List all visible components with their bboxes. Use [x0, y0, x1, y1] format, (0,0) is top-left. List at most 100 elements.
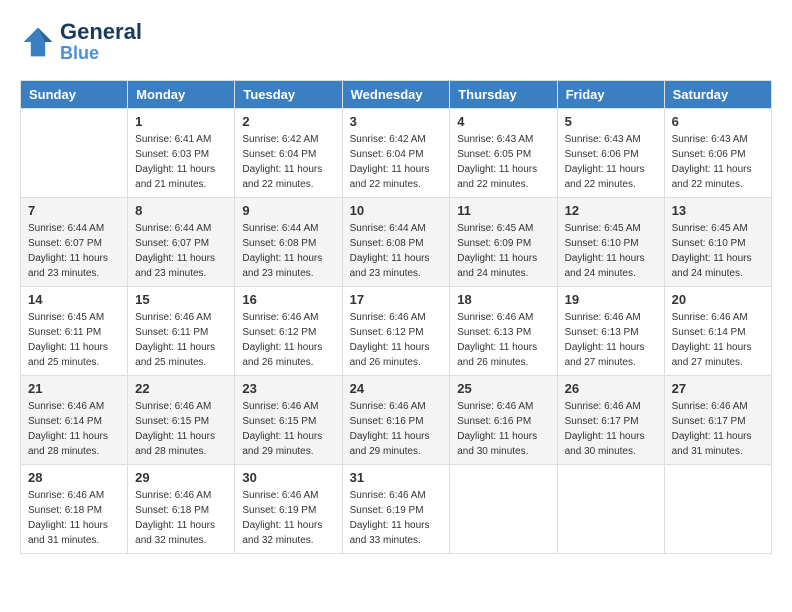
day-info: Sunrise: 6:46 AM Sunset: 6:18 PM Dayligh…: [135, 488, 227, 548]
calendar-cell: 30 Sunrise: 6:46 AM Sunset: 6:19 PM Dayli…: [235, 464, 342, 553]
day-number: 17: [350, 292, 443, 307]
day-info: Sunrise: 6:43 AM Sunset: 6:05 PM Dayligh…: [457, 132, 549, 192]
day-info: Sunrise: 6:41 AM Sunset: 6:03 PM Dayligh…: [135, 132, 227, 192]
day-number: 4: [457, 114, 549, 129]
weekday-header-row: SundayMondayTuesdayWednesdayThursdayFrid…: [21, 80, 772, 108]
day-info: Sunrise: 6:43 AM Sunset: 6:06 PM Dayligh…: [565, 132, 657, 192]
calendar-week-row: 1 Sunrise: 6:41 AM Sunset: 6:03 PM Daylig…: [21, 108, 772, 197]
day-info: Sunrise: 6:42 AM Sunset: 6:04 PM Dayligh…: [242, 132, 334, 192]
day-info: Sunrise: 6:46 AM Sunset: 6:15 PM Dayligh…: [242, 399, 334, 459]
weekday-header-sunday: Sunday: [21, 80, 128, 108]
day-number: 18: [457, 292, 549, 307]
day-number: 27: [672, 381, 764, 396]
day-number: 30: [242, 470, 334, 485]
calendar-week-row: 14 Sunrise: 6:45 AM Sunset: 6:11 PM Dayli…: [21, 286, 772, 375]
calendar-cell: 9 Sunrise: 6:44 AM Sunset: 6:08 PM Daylig…: [235, 197, 342, 286]
weekday-header-thursday: Thursday: [450, 80, 557, 108]
day-number: 5: [565, 114, 657, 129]
day-number: 12: [565, 203, 657, 218]
logo-text: General Blue: [60, 20, 142, 64]
calendar-cell: 6Sunrise: 6:43 AM Sunset: 6:06 PM Daylig…: [664, 108, 771, 197]
day-number: 29: [135, 470, 227, 485]
calendar-cell: 3 Sunrise: 6:42 AM Sunset: 6:04 PM Daylig…: [342, 108, 450, 197]
day-info: Sunrise: 6:46 AM Sunset: 6:19 PM Dayligh…: [350, 488, 443, 548]
logo-icon: [20, 24, 56, 60]
day-number: 6: [672, 114, 764, 129]
day-number: 15: [135, 292, 227, 307]
calendar-cell: 21Sunrise: 6:46 AM Sunset: 6:14 PM Dayli…: [21, 375, 128, 464]
calendar-cell: [557, 464, 664, 553]
calendar-cell: 14 Sunrise: 6:45 AM Sunset: 6:11 PM Dayli…: [21, 286, 128, 375]
weekday-header-wednesday: Wednesday: [342, 80, 450, 108]
day-info: Sunrise: 6:44 AM Sunset: 6:08 PM Dayligh…: [242, 221, 334, 281]
day-number: 16: [242, 292, 334, 307]
day-info: Sunrise: 6:46 AM Sunset: 6:13 PM Dayligh…: [565, 310, 657, 370]
calendar-cell: 8Sunrise: 6:44 AM Sunset: 6:07 PM Daylig…: [128, 197, 235, 286]
day-info: Sunrise: 6:42 AM Sunset: 6:04 PM Dayligh…: [350, 132, 443, 192]
day-number: 11: [457, 203, 549, 218]
day-info: Sunrise: 6:45 AM Sunset: 6:11 PM Dayligh…: [28, 310, 120, 370]
day-info: Sunrise: 6:46 AM Sunset: 6:15 PM Dayligh…: [135, 399, 227, 459]
day-number: 31: [350, 470, 443, 485]
day-info: Sunrise: 6:46 AM Sunset: 6:19 PM Dayligh…: [242, 488, 334, 548]
weekday-header-tuesday: Tuesday: [235, 80, 342, 108]
calendar-cell: 10 Sunrise: 6:44 AM Sunset: 6:08 PM Dayli…: [342, 197, 450, 286]
day-info: Sunrise: 6:46 AM Sunset: 6:12 PM Dayligh…: [242, 310, 334, 370]
calendar-cell: 31 Sunrise: 6:46 AM Sunset: 6:19 PM Dayli…: [342, 464, 450, 553]
calendar-cell: 20 Sunrise: 6:46 AM Sunset: 6:14 PM Dayli…: [664, 286, 771, 375]
calendar-cell: 23Sunrise: 6:46 AM Sunset: 6:15 PM Dayli…: [235, 375, 342, 464]
day-info: Sunrise: 6:46 AM Sunset: 6:13 PM Dayligh…: [457, 310, 549, 370]
day-info: Sunrise: 6:44 AM Sunset: 6:07 PM Dayligh…: [135, 221, 227, 281]
calendar-cell: 28Sunrise: 6:46 AM Sunset: 6:18 PM Dayli…: [21, 464, 128, 553]
calendar-cell: [21, 108, 128, 197]
day-number: 2: [242, 114, 334, 129]
calendar-cell: 16 Sunrise: 6:46 AM Sunset: 6:12 PM Dayli…: [235, 286, 342, 375]
day-info: Sunrise: 6:46 AM Sunset: 6:18 PM Dayligh…: [28, 488, 120, 548]
calendar-week-row: 28Sunrise: 6:46 AM Sunset: 6:18 PM Dayli…: [21, 464, 772, 553]
calendar-cell: 5 Sunrise: 6:43 AM Sunset: 6:06 PM Daylig…: [557, 108, 664, 197]
calendar-cell: 4 Sunrise: 6:43 AM Sunset: 6:05 PM Daylig…: [450, 108, 557, 197]
calendar-cell: 15 Sunrise: 6:46 AM Sunset: 6:11 PM Dayli…: [128, 286, 235, 375]
day-info: Sunrise: 6:46 AM Sunset: 6:14 PM Dayligh…: [672, 310, 764, 370]
weekday-header-monday: Monday: [128, 80, 235, 108]
day-number: 20: [672, 292, 764, 307]
day-info: Sunrise: 6:46 AM Sunset: 6:17 PM Dayligh…: [565, 399, 657, 459]
day-number: 26: [565, 381, 657, 396]
calendar-cell: 12 Sunrise: 6:45 AM Sunset: 6:10 PM Dayli…: [557, 197, 664, 286]
calendar-week-row: 21Sunrise: 6:46 AM Sunset: 6:14 PM Dayli…: [21, 375, 772, 464]
day-info: Sunrise: 6:46 AM Sunset: 6:17 PM Dayligh…: [672, 399, 764, 459]
day-number: 10: [350, 203, 443, 218]
day-info: Sunrise: 6:46 AM Sunset: 6:16 PM Dayligh…: [350, 399, 443, 459]
calendar-cell: 27 Sunrise: 6:46 AM Sunset: 6:17 PM Dayli…: [664, 375, 771, 464]
day-number: 21: [28, 381, 120, 396]
calendar-cell: 17 Sunrise: 6:46 AM Sunset: 6:12 PM Dayli…: [342, 286, 450, 375]
calendar-week-row: 7 Sunrise: 6:44 AM Sunset: 6:07 PM Daylig…: [21, 197, 772, 286]
day-info: Sunrise: 6:45 AM Sunset: 6:09 PM Dayligh…: [457, 221, 549, 281]
day-number: 22: [135, 381, 227, 396]
day-number: 19: [565, 292, 657, 307]
day-info: Sunrise: 6:46 AM Sunset: 6:12 PM Dayligh…: [350, 310, 443, 370]
page-header: General Blue: [20, 20, 772, 64]
day-info: Sunrise: 6:45 AM Sunset: 6:10 PM Dayligh…: [565, 221, 657, 281]
day-number: 14: [28, 292, 120, 307]
day-number: 13: [672, 203, 764, 218]
day-info: Sunrise: 6:44 AM Sunset: 6:08 PM Dayligh…: [350, 221, 443, 281]
calendar-cell: 11 Sunrise: 6:45 AM Sunset: 6:09 PM Dayli…: [450, 197, 557, 286]
day-number: 7: [28, 203, 120, 218]
day-number: 9: [242, 203, 334, 218]
day-info: Sunrise: 6:46 AM Sunset: 6:16 PM Dayligh…: [457, 399, 549, 459]
calendar-cell: 13Sunrise: 6:45 AM Sunset: 6:10 PM Dayli…: [664, 197, 771, 286]
day-number: 3: [350, 114, 443, 129]
day-info: Sunrise: 6:44 AM Sunset: 6:07 PM Dayligh…: [28, 221, 120, 281]
day-info: Sunrise: 6:46 AM Sunset: 6:11 PM Dayligh…: [135, 310, 227, 370]
calendar-cell: 7 Sunrise: 6:44 AM Sunset: 6:07 PM Daylig…: [21, 197, 128, 286]
calendar-cell: 18 Sunrise: 6:46 AM Sunset: 6:13 PM Dayli…: [450, 286, 557, 375]
day-number: 1: [135, 114, 227, 129]
calendar-cell: [664, 464, 771, 553]
calendar-table: SundayMondayTuesdayWednesdayThursdayFrid…: [20, 80, 772, 554]
calendar-cell: 22 Sunrise: 6:46 AM Sunset: 6:15 PM Dayli…: [128, 375, 235, 464]
weekday-header-friday: Friday: [557, 80, 664, 108]
weekday-header-saturday: Saturday: [664, 80, 771, 108]
day-number: 24: [350, 381, 443, 396]
calendar-cell: 19 Sunrise: 6:46 AM Sunset: 6:13 PM Dayli…: [557, 286, 664, 375]
